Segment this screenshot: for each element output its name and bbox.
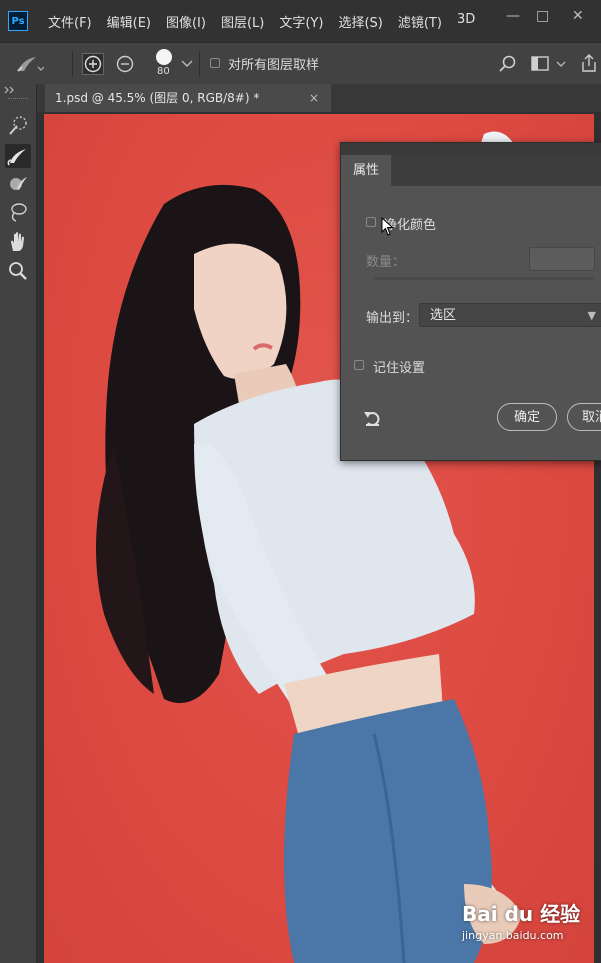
brush-tool[interactable] bbox=[5, 172, 31, 196]
chevron-down-icon[interactable] bbox=[181, 59, 193, 69]
decontaminate-colors-checkbox[interactable] bbox=[366, 217, 376, 227]
amount-input[interactable] bbox=[529, 247, 595, 271]
document-tab-bar: 1.psd @ 45.5% (图层 0, RGB/8#) * × bbox=[37, 84, 601, 112]
menu-bar: Ps 文件(F) 编辑(E) 图像(I) 图层(L) 文字(Y) 选择(S) 滤… bbox=[0, 0, 601, 42]
baidu-url: jingyan.baidu.com bbox=[462, 929, 564, 942]
menu-filter[interactable]: 滤镜(T) bbox=[398, 12, 442, 31]
quick-selection-tool[interactable] bbox=[5, 114, 31, 138]
separator bbox=[72, 51, 73, 77]
hand-icon bbox=[11, 232, 24, 251]
options-bar: 80 对所有图层取样 bbox=[0, 42, 601, 86]
menu-select[interactable]: 选择(S) bbox=[338, 12, 382, 31]
refine-brush-preset-icon[interactable] bbox=[14, 53, 44, 75]
lasso-icon bbox=[11, 203, 27, 222]
hand-tool[interactable] bbox=[5, 230, 31, 254]
brush-icon bbox=[10, 177, 27, 190]
output-to-select[interactable]: 选区 ▼ bbox=[419, 303, 601, 327]
lasso-tool[interactable] bbox=[5, 200, 31, 224]
restore-button[interactable]: □ bbox=[536, 8, 549, 24]
amount-label: 数量： bbox=[366, 255, 406, 270]
properties-tab-row: 属性 bbox=[341, 155, 601, 186]
menu-type[interactable]: 文字(Y) bbox=[279, 12, 323, 31]
cancel-button[interactable]: 取消 bbox=[567, 403, 601, 431]
search-icon[interactable] bbox=[499, 55, 517, 73]
menu-layer[interactable]: 图层(L) bbox=[221, 12, 264, 31]
subtract-from-selection-icon[interactable] bbox=[114, 53, 136, 75]
brush-tip-icon[interactable] bbox=[154, 47, 174, 67]
output-to-label: 输出到： bbox=[366, 311, 419, 326]
add-to-selection-icon[interactable] bbox=[82, 53, 104, 75]
quick-selection-icon bbox=[9, 116, 27, 135]
refine-edge-brush-icon bbox=[7, 149, 26, 166]
remember-settings-label: 记住设置 bbox=[373, 361, 426, 376]
photoshop-logo-icon: Ps bbox=[8, 11, 28, 31]
sample-all-layers-label: 对所有图层取样 bbox=[228, 58, 320, 73]
menu-edit[interactable]: 编辑(E) bbox=[107, 12, 151, 31]
document-tab[interactable]: 1.psd @ 45.5% (图层 0, RGB/8#) * × bbox=[45, 84, 331, 112]
share-icon[interactable] bbox=[580, 53, 598, 73]
remember-settings-checkbox[interactable] bbox=[354, 360, 364, 370]
collapse-arrows-icon[interactable] bbox=[4, 86, 18, 94]
menu-3d[interactable]: 3D bbox=[457, 12, 475, 31]
tools-panel bbox=[0, 84, 37, 963]
minimize-button[interactable]: — bbox=[506, 8, 520, 24]
properties-panel-header[interactable] bbox=[341, 143, 601, 155]
reset-icon[interactable] bbox=[363, 408, 385, 428]
close-tab-icon[interactable]: × bbox=[309, 84, 319, 112]
amount-slider[interactable] bbox=[373, 277, 595, 280]
menu-items: 文件(F) 编辑(E) 图像(I) 图层(L) 文字(Y) 选择(S) 滤镜(T… bbox=[48, 12, 490, 31]
mouse-cursor-icon bbox=[381, 217, 394, 236]
menu-image[interactable]: 图像(I) bbox=[166, 12, 206, 31]
workspace-icon[interactable] bbox=[531, 56, 551, 72]
separator bbox=[199, 51, 200, 77]
tab-properties[interactable]: 属性 bbox=[341, 155, 391, 186]
zoom-icon bbox=[9, 262, 27, 280]
zoom-tool[interactable] bbox=[5, 259, 31, 283]
close-window-button[interactable]: ✕ bbox=[572, 8, 584, 24]
refine-edge-brush-tool[interactable] bbox=[5, 144, 31, 168]
chevron-down-icon: ▼ bbox=[587, 309, 596, 322]
brush-size-value: 80 bbox=[157, 66, 170, 77]
baidu-logo: Bai du 经验 bbox=[462, 902, 581, 926]
chevron-down-icon[interactable] bbox=[556, 61, 566, 69]
baidu-watermark: Bai du 经验 jingyan.baidu.com bbox=[462, 898, 580, 942]
properties-panel: 属性 净化颜色 数量： 输出到： 选区 ▼ 记住设置 确定 取消 bbox=[340, 142, 601, 461]
sample-all-layers-checkbox[interactable] bbox=[210, 58, 220, 68]
document-tab-title: 1.psd @ 45.5% (图层 0, RGB/8#) * bbox=[55, 91, 260, 105]
toolbar-grip bbox=[8, 98, 28, 101]
ok-button[interactable]: 确定 bbox=[497, 403, 557, 431]
menu-file[interactable]: 文件(F) bbox=[48, 12, 92, 31]
output-to-value: 选区 bbox=[430, 308, 457, 323]
